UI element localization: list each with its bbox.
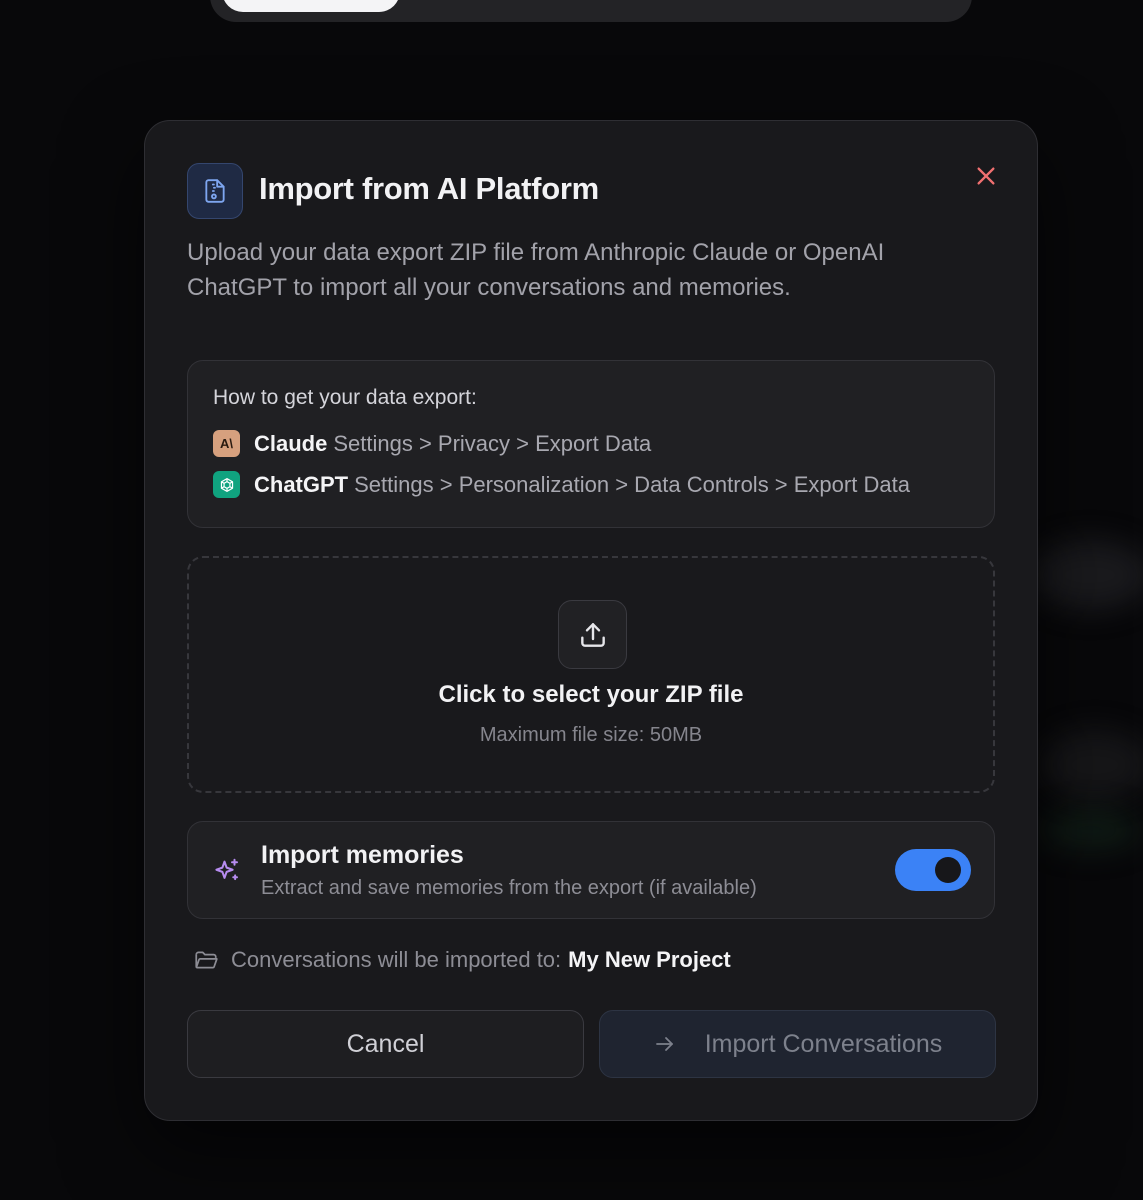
upload-icon: [558, 600, 627, 669]
arrow-right-icon: [655, 1037, 673, 1051]
app-stage: Import from AI Platform Upload your data…: [0, 0, 1143, 1200]
openai-logo: [213, 471, 240, 498]
memories-title: Import memories: [261, 841, 464, 869]
cancel-button[interactable]: Cancel: [187, 1010, 584, 1078]
import-dialog: Import from AI Platform Upload your data…: [144, 120, 1038, 1121]
destination-project: My New Project: [568, 947, 731, 972]
instructions-title: How to get your data export:: [213, 386, 477, 409]
folder-icon: [195, 951, 218, 969]
import-conversations-button[interactable]: Import Conversations: [599, 1010, 996, 1078]
sparkle-icon: [215, 858, 238, 881]
dropzone-subtitle: Maximum file size: 50MB: [479, 724, 703, 746]
provider-name: ChatGPT: [254, 471, 349, 497]
import-memories-toggle[interactable]: [895, 849, 971, 891]
import-memories-option: Import memories Extract and save memorie…: [187, 821, 995, 919]
destination-label: Conversations will be imported to:: [231, 947, 562, 972]
provider-path: Settings > Privacy > Export Data: [333, 430, 652, 456]
memories-subtitle: Extract and save memories from the expor…: [261, 877, 757, 899]
file-zip-icon: [187, 163, 243, 219]
close-button[interactable]: [971, 161, 1001, 191]
provider-name: Claude: [254, 430, 328, 456]
instruction-row-claude: A\ Claude Settings > Privacy > Export Da…: [213, 430, 651, 457]
toggle-knob: [935, 857, 961, 883]
background-blur: [1040, 730, 1143, 800]
destination-info: Conversations will be imported to: My Ne…: [193, 947, 731, 973]
dropzone-title: Click to select your ZIP file: [438, 681, 744, 708]
provider-path: Settings > Personalization > Data Contro…: [354, 471, 910, 497]
anthropic-logo: A\: [213, 430, 240, 457]
import-button-label: Import Conversations: [704, 1029, 943, 1058]
background-blur: [1040, 810, 1140, 850]
file-dropzone[interactable]: Click to select your ZIP file Maximum fi…: [187, 556, 995, 793]
instruction-row-chatgpt: ChatGPT Settings > Personalization > Dat…: [213, 471, 910, 498]
dialog-description: Upload your data export ZIP file from An…: [187, 239, 885, 301]
export-instructions: How to get your data export: A\ Claude S…: [187, 360, 995, 528]
close-icon: [977, 167, 995, 185]
top-segment-active[interactable]: [222, 0, 400, 12]
background-blur: [1030, 540, 1143, 610]
dialog-title: Import from AI Platform: [259, 171, 599, 206]
